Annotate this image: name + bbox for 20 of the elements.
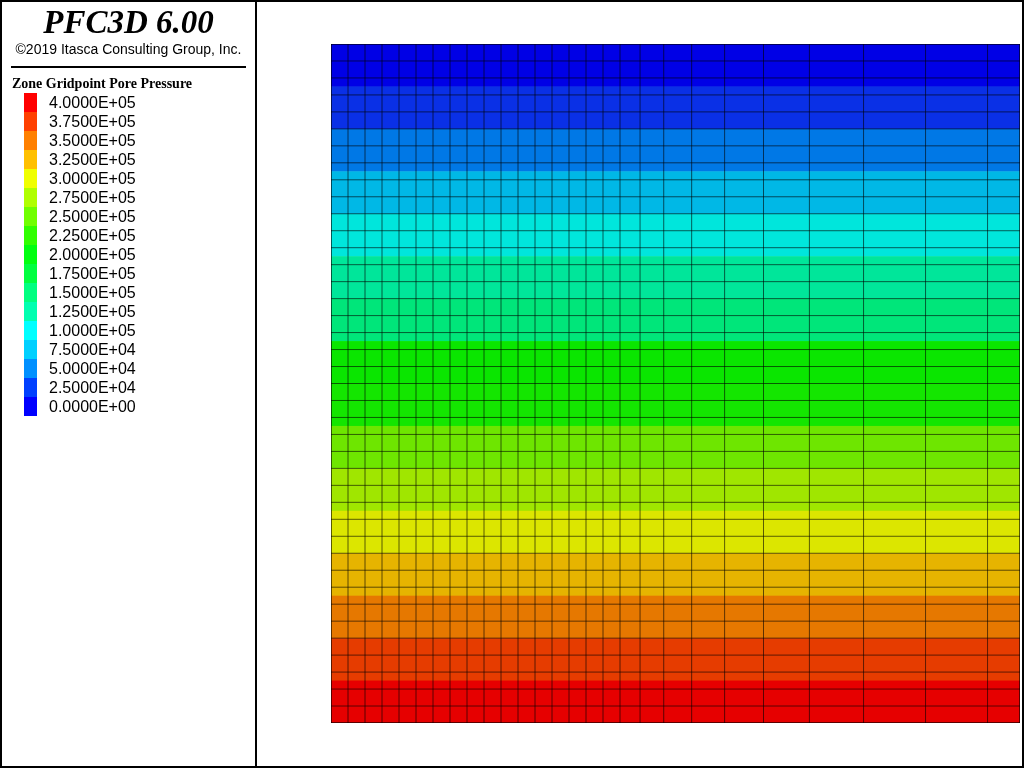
legend-label: 3.2500E+05 <box>49 150 136 169</box>
legend-label: 2.0000E+05 <box>49 245 136 264</box>
legend-label: 7.5000E+04 <box>49 340 136 359</box>
legend-label: 0.0000E+00 <box>49 397 136 416</box>
legend-title: Zone Gridpoint Pore Pressure <box>12 76 194 92</box>
legend-label: 2.5000E+04 <box>49 378 136 397</box>
legend-label: 5.0000E+04 <box>49 359 136 378</box>
legend-label: 1.0000E+05 <box>49 321 136 340</box>
legend-label: 2.2500E+05 <box>49 226 136 245</box>
legend-label: 3.5000E+05 <box>49 131 136 150</box>
legend-label: 2.5000E+05 <box>49 207 136 226</box>
copyright-text: ©2019 Itasca Consulting Group, Inc. <box>14 40 243 58</box>
program-title: PFC3D 6.00 <box>42 4 215 40</box>
legend-label: 3.7500E+05 <box>49 112 136 131</box>
legend-label: 3.0000E+05 <box>49 169 136 188</box>
legend-label: 1.2500E+05 <box>49 302 136 321</box>
legend-label: 4.0000E+05 <box>49 93 136 112</box>
legend-label: 2.7500E+05 <box>49 188 136 207</box>
legend-label: 1.5000E+05 <box>49 283 136 302</box>
legend-label: 1.7500E+05 <box>49 264 136 283</box>
